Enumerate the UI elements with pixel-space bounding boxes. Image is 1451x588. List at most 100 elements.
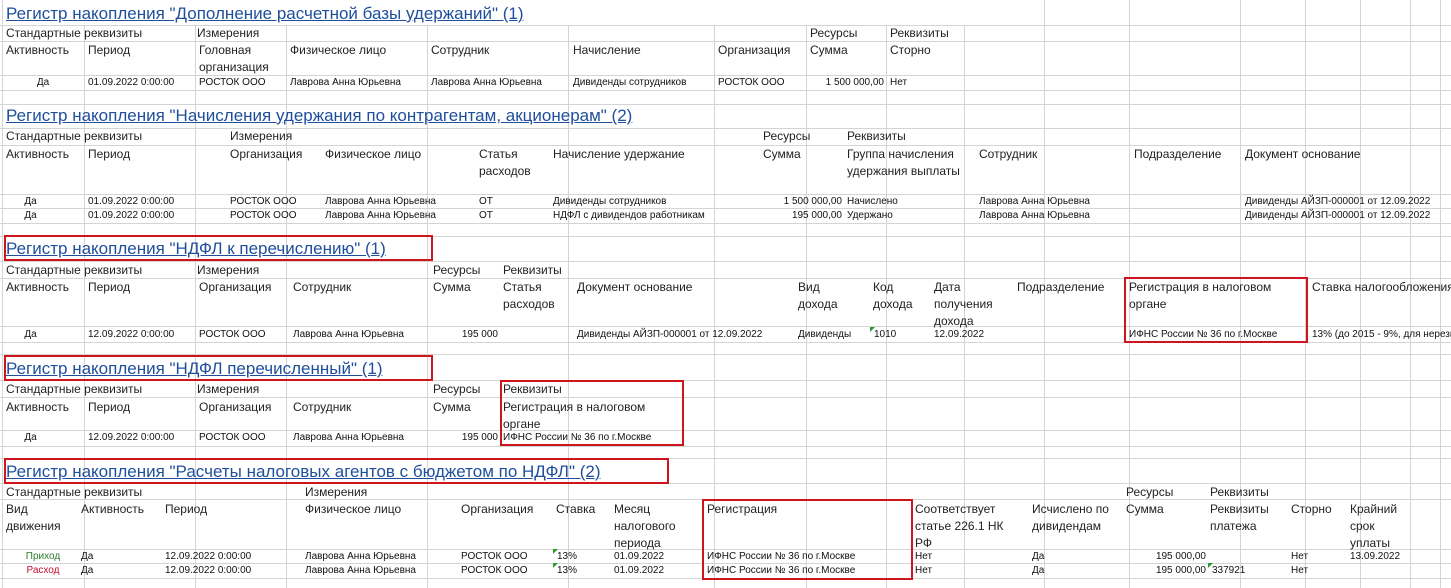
col-header: Статья расходов [503,280,555,311]
col-header: Начисление удержание [553,147,685,161]
group-standard: Стандартные реквизиты [6,129,143,143]
col-header: Активность [81,502,145,516]
col-header: Сторно [890,43,931,57]
col-header: Сумма [1126,502,1164,516]
table-cell: Лаврова Анна Юрьевна [305,565,416,576]
group-resources: Ресурсы [433,382,481,396]
table-cell: Лаврова Анна Юрьевна [979,196,1090,207]
col-header: Активность [6,147,70,161]
table-cell: ИФНС России № 36 по г.Москве [707,551,856,562]
table-cell: Дивиденды [798,329,852,340]
group-dimensions: Измерения [197,382,260,396]
col-header: Организация [718,43,791,57]
table-cell: 13% [557,565,578,576]
col-header: Соответствует статье 226.1 НК РФ [915,502,1004,550]
group-dimensions: Измерения [230,129,293,143]
group-standard: Стандартные реквизиты [6,263,143,277]
group-resources: Ресурсы [810,26,858,40]
table-cell: Дивиденды сотрудников [573,77,687,88]
col-header: Ставка [556,502,596,516]
table-cell: 195 000,00 [1155,551,1206,562]
register-title-4[interactable]: Регистр накопления "НДФЛ перечисленный" … [6,359,382,379]
table-cell: 1 500 000,00 [825,77,884,88]
register-title-2[interactable]: Регистр накопления "Начисления удержания… [6,106,632,126]
table-cell: РОСТОК ООО [461,551,528,562]
table-cell: 12.09.2022 0:00:00 [165,551,252,562]
table-cell: 01.09.2022 [614,565,665,576]
table-cell: 1010 [874,329,897,340]
group-standard: Стандартные реквизиты [6,26,143,40]
table-cell: Лаврова Анна Юрьевна [325,210,436,221]
table-cell: ИФНС России № 36 по г.Москве [503,432,652,443]
table-cell: Начислено [847,196,898,207]
group-attributes: Реквизиты [847,129,906,143]
table-cell: Лаврова Анна Юрьевна [325,196,436,207]
table-cell: 01.09.2022 [614,551,665,562]
register-title-3[interactable]: Регистр накопления "НДФЛ к перечислению"… [6,239,386,259]
table-cell: Нет [890,77,908,88]
table-cell: 01.09.2022 0:00:00 [88,210,175,221]
table-cell: 195 000,00 [1155,565,1206,576]
table-cell: Да [24,196,37,207]
col-header: Вид движения [6,502,61,533]
group-attributes: Реквизиты [503,263,562,277]
table-cell: РОСТОК ООО [230,196,297,207]
group-standard: Стандартные реквизиты [6,485,143,499]
register-title-1[interactable]: Регистр накопления "Дополнение расчетной… [6,4,524,24]
table-cell: ИФНС России № 36 по г.Москве [1129,329,1278,340]
table-cell: Да [24,432,37,443]
table-cell: 01.09.2022 0:00:00 [88,196,175,207]
table-cell: 337921 [1212,565,1246,576]
table-cell: РОСТОК ООО [718,77,785,88]
table-cell: Дивиденды АЙЗП-000001 от 12.09.2022 [1245,210,1431,221]
table-cell: РОСТОК ООО [461,565,528,576]
col-header: Период [88,280,131,294]
table-cell: Нет [1291,565,1309,576]
table-cell: Да [36,77,50,88]
col-header: Статья расходов [479,147,531,178]
col-header: Головная организация [199,43,269,74]
col-header: Активность [6,280,70,294]
table-cell: Лаврова Анна Юрьевна [293,329,404,340]
col-header: Подразделение [1017,280,1105,294]
table-cell: ОТ [479,196,493,207]
table-cell: 195 000 [461,329,498,340]
col-header: Начисление [573,43,641,57]
table-cell: Лаврова Анна Юрьевна [305,551,416,562]
group-attributes: Реквизиты [890,26,949,40]
group-dimensions: Измерения [197,26,260,40]
col-header: Период [165,502,208,516]
table-cell: Дивиденды сотрудников [553,196,667,207]
col-header: Дата получения дохода [934,280,993,328]
table-cell: Да [24,210,37,221]
table-cell: Да [24,329,37,340]
table-cell: Удержано [847,210,893,221]
table-cell: Да [81,565,94,576]
col-header: Организация [199,280,272,294]
group-standard: Стандартные реквизиты [6,382,143,396]
register-title-5[interactable]: Регистр накопления "Расчеты налоговых аг… [6,462,601,482]
col-header: Период [88,147,131,161]
table-cell: Лаврова Анна Юрьевна [290,77,401,88]
col-header: Сторно [1291,502,1332,516]
table-cell: РОСТОК ООО [199,432,266,443]
col-header: Сотрудник [431,43,490,57]
col-header: Организация [230,147,303,161]
col-header: Сотрудник [293,400,352,414]
table-cell: Нет [915,551,933,562]
col-header: Физическое лицо [290,43,387,57]
table-cell: РОСТОК ООО [199,77,266,88]
col-header: Реквизиты платежа [1210,502,1269,533]
group-resources: Ресурсы [1126,485,1174,499]
table-cell: РОСТОК ООО [230,210,297,221]
table-cell: Дивиденды АЙЗП-000001 от 12.09.2022 [577,329,763,340]
table-cell: 12.09.2022 [934,329,985,340]
col-header: Сотрудник [979,147,1038,161]
group-resources: Ресурсы [763,129,811,143]
col-header: Вид дохода [798,280,838,311]
col-header: Регистрация в налоговом органе [503,400,646,431]
table-cell: Лаврова Анна Юрьевна [431,77,542,88]
table-cell: 13% [557,551,578,562]
group-dimensions: Измерения [197,263,260,277]
col-header: Физическое лицо [305,502,402,516]
